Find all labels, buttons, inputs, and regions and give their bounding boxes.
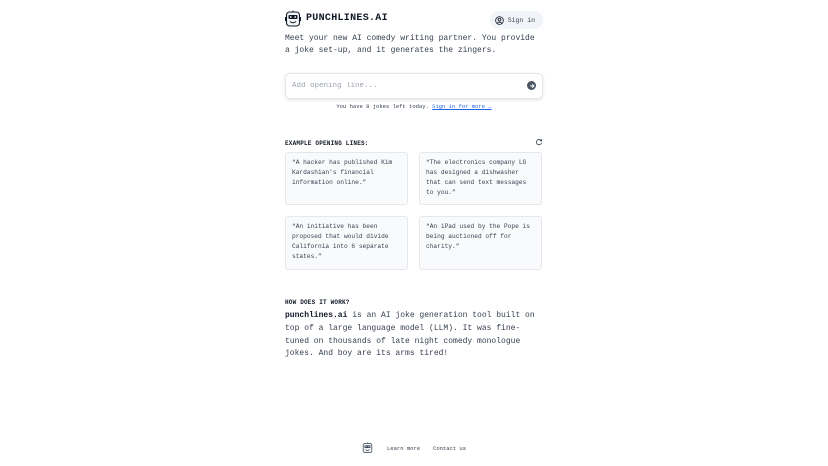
intro-text: Meet your new AI comedy writing partner.… (285, 34, 535, 55)
user-circle-icon (494, 15, 504, 25)
example-card[interactable]: “The electronics company LG has designed… (419, 152, 542, 205)
robot-face-icon[interactable] (362, 442, 373, 454)
how-brand: punchlines.ai (285, 311, 348, 320)
sign-in-button[interactable]: Sign in (489, 11, 543, 29)
examples-title: EXAMPLE OPENING LINES: (285, 140, 369, 147)
brand-name: PUNCHLINES.AI (306, 13, 388, 24)
example-text: “The electronics company LG has designed… (426, 159, 527, 196)
opening-line-field (285, 73, 543, 99)
example-card[interactable]: “An iPad used by the Pope is being aucti… (419, 216, 542, 270)
sign-in-label: Sign in (507, 16, 535, 24)
example-text: “An initiative has been proposed that wo… (292, 223, 389, 260)
jokes-left-notice: You have 8 jokes left today. Sign in for… (285, 103, 543, 110)
jokes-left-text: You have 8 jokes left today. (336, 103, 429, 110)
robot-face-icon[interactable] (285, 10, 301, 28)
submit-button[interactable] (527, 81, 536, 90)
example-text: “An iPad used by the Pope is being aucti… (426, 223, 530, 250)
example-text: “A hacker has published Kim Kardashian's… (292, 159, 393, 186)
example-card[interactable]: “An initiative has been proposed that wo… (285, 216, 408, 270)
learn-more-link[interactable]: Learn more (387, 445, 420, 452)
contact-us-link[interactable]: Contact us (433, 445, 466, 452)
arrow-right-circle-icon (529, 83, 535, 88)
sign-in-for-more-link[interactable]: Sign in for more → (432, 103, 491, 110)
opening-line-input[interactable] (292, 79, 512, 93)
how-it-works-title: HOW DOES IT WORK? (285, 299, 350, 306)
how-it-works-text: punchlines.ai is an AI joke generation t… (285, 310, 543, 361)
footer: Learn more Contact us (362, 441, 479, 455)
header: PUNCHLINES.AI Sign in (285, 10, 543, 32)
example-card[interactable]: “A hacker has published Kim Kardashian's… (285, 152, 408, 205)
refresh-icon[interactable] (535, 138, 543, 146)
